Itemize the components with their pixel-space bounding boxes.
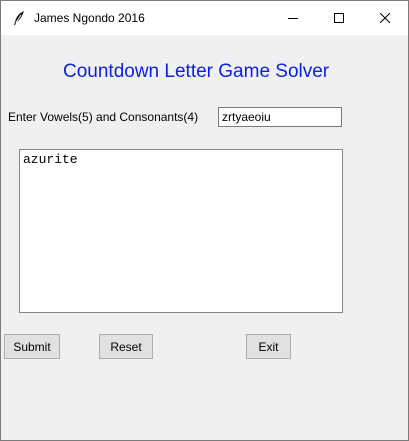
minimize-button[interactable] — [270, 1, 316, 35]
exit-button[interactable]: Exit — [246, 334, 291, 359]
letters-label: Enter Vowels(5) and Consonants(4) — [8, 110, 199, 124]
results-textarea[interactable]: azurite — [19, 149, 343, 313]
title-bar[interactable]: James Ngondo 2016 — [1, 1, 408, 35]
minimize-icon — [288, 13, 298, 23]
feather-icon — [11, 10, 27, 26]
close-button[interactable] — [362, 1, 408, 35]
submit-button[interactable]: Submit — [4, 334, 60, 359]
letters-input[interactable] — [218, 107, 342, 127]
reset-button[interactable]: Reset — [99, 334, 153, 359]
close-icon — [380, 13, 390, 23]
maximize-icon — [334, 13, 344, 23]
app-title: Countdown Letter Game Solver — [63, 61, 330, 82]
maximize-button[interactable] — [316, 1, 362, 35]
window-title: James Ngondo 2016 — [34, 11, 145, 25]
app-window: James Ngondo 2016 Countdown Letter Game … — [0, 0, 409, 441]
